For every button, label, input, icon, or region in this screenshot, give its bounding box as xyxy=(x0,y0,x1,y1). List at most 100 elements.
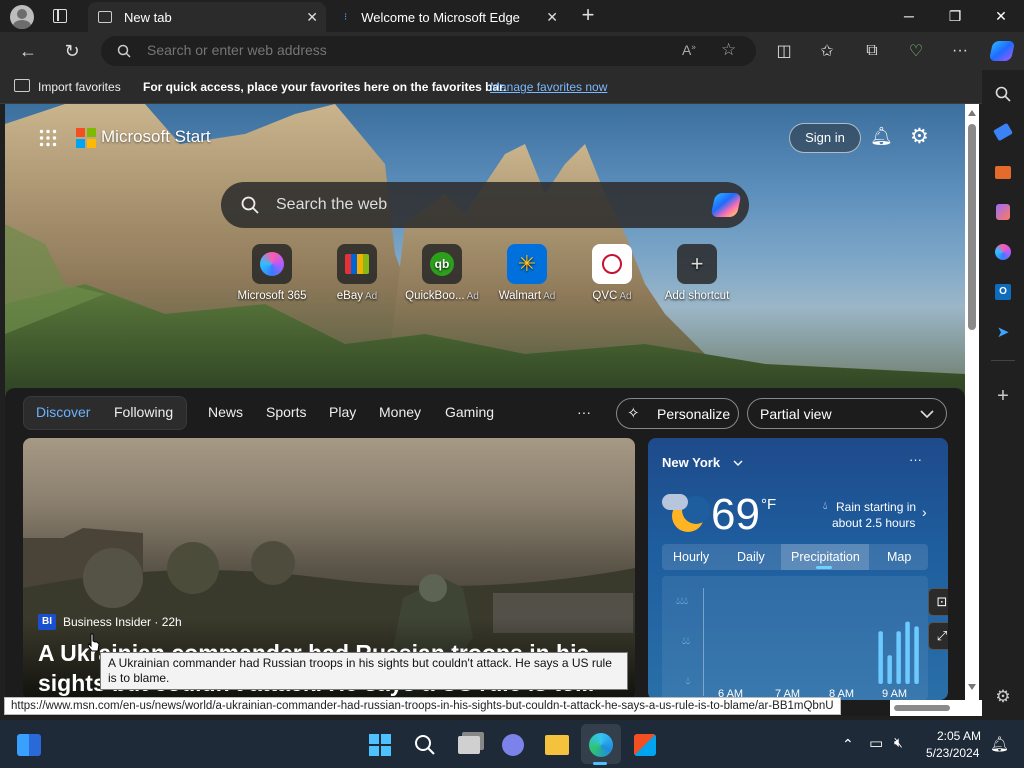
precipitation-bars xyxy=(878,621,919,684)
sidebar-add-icon[interactable]: + xyxy=(991,384,1015,408)
weather-tab-precipitation[interactable]: Precipitation xyxy=(791,550,860,564)
sidebar-tools-icon[interactable] xyxy=(991,160,1015,184)
favorite-star-icon[interactable]: ☆ xyxy=(721,40,736,60)
ad-badge: Ad xyxy=(543,291,556,302)
nav-money[interactable]: Money xyxy=(379,404,421,420)
expand-icon[interactable]: ⤢ xyxy=(928,622,948,650)
nav-sports[interactable]: Sports xyxy=(266,404,306,420)
minimize-button[interactable]: ─ xyxy=(886,0,932,32)
shortcut-microsoft-365[interactable]: Microsoft 365 xyxy=(232,244,312,302)
store-icon[interactable] xyxy=(630,730,660,760)
weather-tab-daily[interactable]: Daily xyxy=(737,550,765,564)
performance-icon[interactable]: ♡ xyxy=(902,37,930,65)
view-select[interactable]: Partial view xyxy=(747,398,947,429)
nav-gaming[interactable]: Gaming xyxy=(445,404,494,420)
chevron-down-icon xyxy=(920,410,934,418)
taskbar-search-icon[interactable] xyxy=(410,730,440,760)
task-view-icon[interactable] xyxy=(454,730,484,760)
collections-icon[interactable]: ⧉ xyxy=(858,37,886,65)
more-nav-icon[interactable]: ··· xyxy=(577,404,591,420)
microsoft-365-icon xyxy=(252,244,292,284)
chevron-right-icon[interactable]: › xyxy=(922,504,927,520)
page-scrollbar[interactable] xyxy=(965,104,979,716)
teams-chat-icon[interactable] xyxy=(498,730,528,760)
scrollbar-thumb[interactable] xyxy=(968,124,976,330)
plus-icon: + xyxy=(677,244,717,284)
clock-date[interactable]: 5/23/2024 xyxy=(926,746,979,760)
add-shortcut-button[interactable]: + Add shortcut xyxy=(657,244,737,302)
edge-sidebar: O ➤ + ⚙ xyxy=(982,70,1024,716)
network-icon[interactable]: ▭ xyxy=(869,734,883,752)
shortcut-label: Walmart xyxy=(498,290,542,302)
tab-new-tab[interactable]: New tab ✕ xyxy=(88,2,326,32)
address-bar[interactable]: A» ☆ xyxy=(101,36,756,66)
widgets-icon[interactable] xyxy=(14,730,44,760)
horizontal-scrollbar[interactable] xyxy=(890,700,982,716)
sidebar-send-icon[interactable]: ➤ xyxy=(991,320,1015,344)
weather-unit[interactable]: °F xyxy=(761,496,776,513)
shortcut-label: Add shortcut xyxy=(664,290,730,302)
sidebar-games-icon[interactable] xyxy=(991,200,1015,224)
copilot-search-icon[interactable] xyxy=(710,193,742,217)
close-tab-icon[interactable]: ✕ xyxy=(306,9,318,26)
sidebar-shopping-tag-icon[interactable] xyxy=(991,120,1015,144)
tab-following[interactable]: Following xyxy=(114,404,173,420)
sidebar-microsoft-365-icon[interactable] xyxy=(991,240,1015,264)
favorites-icon[interactable]: ✩ xyxy=(813,37,841,65)
sidebar-search-icon[interactable] xyxy=(991,82,1015,106)
taskbar: ⌃ ▭ 🔇︎ 2:05 AM 5/23/2024 🔔︎ xyxy=(0,720,1024,768)
qvc-icon xyxy=(592,244,632,284)
weather-card[interactable]: New York ··· 69 °F 💧︎ Rain starting in a… xyxy=(648,438,948,700)
file-explorer-icon[interactable] xyxy=(542,730,572,760)
import-favorites-button[interactable]: Import favorites xyxy=(38,80,121,94)
read-aloud-icon[interactable]: A» xyxy=(682,42,696,58)
shortcut-ebay[interactable]: eBay Ad xyxy=(317,244,397,302)
weather-tab-map[interactable]: Map xyxy=(887,550,911,564)
close-tab-icon[interactable]: ✕ xyxy=(546,9,558,26)
restore-button[interactable]: ❐ xyxy=(932,0,978,32)
sidebar-settings-gear-icon[interactable]: ⚙ xyxy=(991,685,1015,709)
microsoft-logo-icon xyxy=(76,128,96,148)
settings-gear-icon[interactable]: ⚙ xyxy=(910,124,929,149)
start-windows-icon[interactable] xyxy=(365,730,395,760)
nav-play[interactable]: Play xyxy=(329,404,356,420)
rain-forecast-line1: Rain starting in xyxy=(836,500,917,514)
weather-city[interactable]: New York xyxy=(662,455,720,470)
weather-more-icon[interactable]: ··· xyxy=(909,452,922,467)
address-input[interactable] xyxy=(147,42,667,58)
edge-browser-icon[interactable] xyxy=(586,730,616,760)
clock-time[interactable]: 2:05 AM xyxy=(937,729,981,743)
nav-news[interactable]: News xyxy=(208,404,243,420)
notification-center-icon[interactable]: 🔔︎ xyxy=(990,735,1009,753)
tab-actions-icon[interactable] xyxy=(53,9,67,23)
shortcut-qvc[interactable]: QVC Ad xyxy=(572,244,652,302)
weather-tab-hourly[interactable]: Hourly xyxy=(673,550,709,564)
shortcut-quickbooks[interactable]: qb QuickBoo... Ad xyxy=(402,244,482,302)
shortcut-walmart[interactable]: ✳ Walmart Ad xyxy=(487,244,567,302)
sidebar-outlook-icon[interactable]: O xyxy=(991,280,1015,304)
profile-avatar[interactable] xyxy=(10,5,34,29)
sign-in-button[interactable]: Sign in xyxy=(789,123,861,153)
split-screen-icon[interactable]: ◫ xyxy=(770,37,798,65)
app-launcher-icon[interactable] xyxy=(39,129,57,147)
rain-forecast-line2: about 2.5 hours xyxy=(832,516,916,530)
precip-bar xyxy=(887,655,892,684)
precip-bar xyxy=(896,631,901,684)
volume-muted-icon[interactable]: 🔇︎ xyxy=(894,734,903,751)
chevron-up-icon[interactable]: ⌃ xyxy=(842,736,854,753)
tab-discover[interactable]: Discover xyxy=(36,404,90,420)
web-search-box[interactable]: Search the web xyxy=(221,182,749,228)
back-button[interactable]: ← xyxy=(14,37,42,65)
close-window-button[interactable]: ✕ xyxy=(978,0,1024,32)
tab-welcome[interactable]: ⁝ Welcome to Microsoft Edge ✕ xyxy=(330,2,566,32)
manage-favorites-link[interactable]: Manage favorites now xyxy=(490,80,607,94)
city-chevron-down-icon[interactable] xyxy=(733,460,743,466)
notifications-bell-icon[interactable]: 🔔︎ xyxy=(870,126,893,147)
new-tab-icon xyxy=(98,11,112,23)
more-menu-icon[interactable]: ··· xyxy=(946,37,974,65)
refresh-button[interactable]: ↻ xyxy=(58,37,86,65)
new-tab-button[interactable]: + xyxy=(578,4,598,28)
copilot-icon[interactable] xyxy=(988,37,1016,65)
personalize-button[interactable]: ✧ Personalize xyxy=(616,398,739,429)
gallery-button[interactable]: ⊡ xyxy=(928,588,948,616)
